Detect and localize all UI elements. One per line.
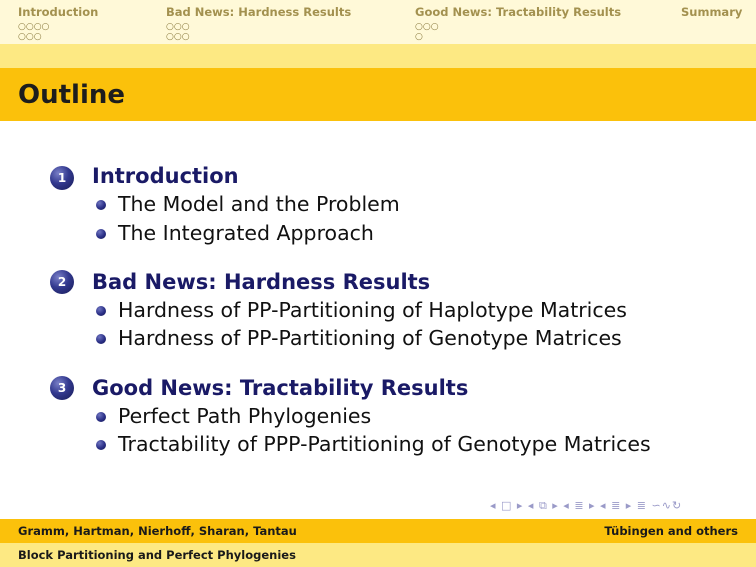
- section-number-ball: 3: [50, 376, 74, 400]
- section-number-ball: 2: [50, 270, 74, 294]
- section-title[interactable]: Good News: Tractability Results: [92, 376, 468, 400]
- subsection-item[interactable]: Perfect Path Phylogenies: [118, 404, 371, 428]
- footer-institute: Tübingen and others: [604, 524, 738, 538]
- bullet-icon: [96, 229, 106, 239]
- section-number-ball: 1: [50, 166, 74, 190]
- nav-dots-row[interactable]: ○○○: [166, 32, 190, 42]
- nav-section-introduction[interactable]: Introduction: [18, 5, 98, 19]
- section-title[interactable]: Bad News: Hardness Results: [92, 270, 430, 294]
- navigation-controls[interactable]: ◂ □ ▸ ◂ ⧉ ▸ ◂ ≣ ▸ ◂ ≣ ▸ ≣ ∽∿↻: [490, 499, 682, 513]
- nav-subsection-dots[interactable]: ○○○ ○: [415, 22, 439, 42]
- bullet-icon: [96, 200, 106, 210]
- subsection-item[interactable]: Hardness of PP-Partitioning of Haplotype…: [118, 298, 627, 322]
- subsection-item[interactable]: The Integrated Approach: [118, 221, 374, 245]
- subsection-item[interactable]: Hardness of PP-Partitioning of Genotype …: [118, 326, 622, 350]
- footer-title: Block Partitioning and Perfect Phylogeni…: [18, 548, 296, 562]
- subsection-item[interactable]: The Model and the Problem: [118, 192, 400, 216]
- nav-section-bad-news[interactable]: Bad News: Hardness Results: [166, 5, 351, 19]
- bullet-icon: [96, 440, 106, 450]
- nav-dots-row[interactable]: ○○○: [415, 22, 439, 32]
- nav-subsection-dots[interactable]: ○○○ ○○○: [166, 22, 190, 42]
- frame-title: Outline: [18, 80, 126, 110]
- header-navigation: [0, 0, 756, 44]
- bullet-icon: [96, 306, 106, 316]
- footer-authors: Gramm, Hartman, Nierhoff, Sharan, Tantau: [18, 524, 297, 538]
- nav-dots-row[interactable]: ○○○: [166, 22, 190, 32]
- nav-dots-row[interactable]: ○: [415, 32, 439, 42]
- nav-dots-row[interactable]: ○○○: [18, 32, 49, 42]
- section-title[interactable]: Introduction: [92, 164, 239, 188]
- subsection-item[interactable]: Tractability of PPP-Partitioning of Geno…: [118, 432, 651, 456]
- bullet-icon: [96, 412, 106, 422]
- nav-section-summary[interactable]: Summary: [681, 5, 742, 19]
- nav-subsection-dots[interactable]: ○○○○ ○○○: [18, 22, 49, 42]
- nav-section-good-news[interactable]: Good News: Tractability Results: [415, 5, 621, 19]
- header-band: [0, 44, 756, 68]
- nav-dots-row[interactable]: ○○○○: [18, 22, 49, 32]
- bullet-icon: [96, 334, 106, 344]
